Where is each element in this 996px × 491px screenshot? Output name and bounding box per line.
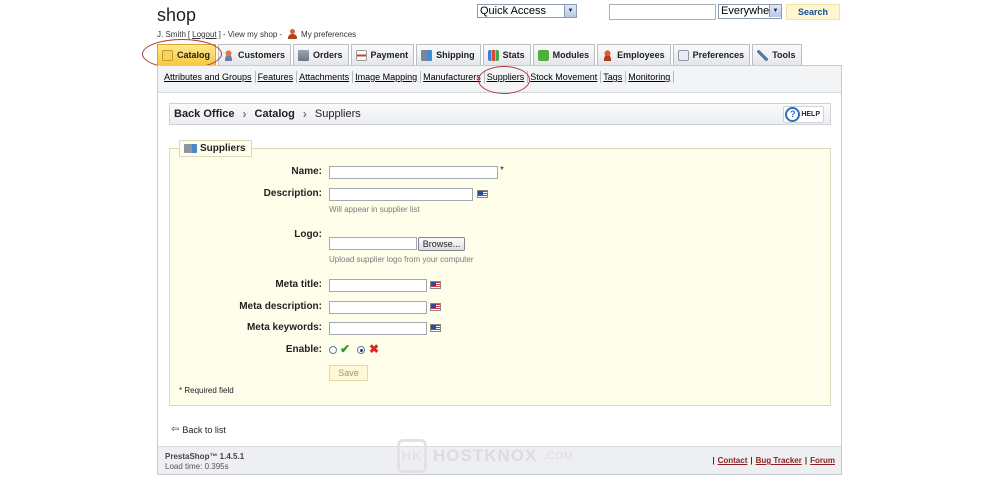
subnav: Attributes and Groups Features Attachmen… (158, 66, 841, 94)
tab-preferences[interactable]: Preferences (672, 44, 751, 65)
annotation-circle-suppliers (478, 66, 530, 94)
arrow-left-icon: ⇦ (171, 424, 180, 435)
enable-yes-radio[interactable] (329, 346, 337, 354)
description-label: Description: (263, 188, 322, 199)
tools-icon (757, 49, 769, 61)
search-button[interactable]: Search (786, 4, 840, 20)
breadcrumb: Back Office › Catalog › Suppliers ? HELP (169, 103, 831, 125)
breadcrumb-current: Suppliers (314, 108, 361, 120)
my-preferences-link[interactable]: My preferences (301, 30, 356, 39)
meta-description-input[interactable] (329, 301, 427, 314)
user-icon (287, 29, 298, 39)
logo-file-input[interactable] (329, 237, 417, 250)
meta-keywords-label: Meta keywords: (246, 322, 322, 333)
meta-title-input[interactable] (329, 279, 427, 292)
shipping-icon (421, 49, 433, 61)
subnav-stock-movement[interactable]: Stock Movement (528, 72, 600, 82)
us-flag-icon[interactable] (430, 303, 441, 311)
us-flag-icon[interactable] (430, 324, 441, 332)
meta-keywords-input[interactable] (329, 322, 427, 335)
stats-icon (487, 49, 499, 61)
meta-title-label: Meta title: (275, 279, 322, 290)
tab-stats[interactable]: Stats (482, 44, 531, 65)
browse-button[interactable]: Browse... (418, 237, 465, 251)
watermark: HK HOSTKNOX .COM (397, 439, 573, 473)
subnav-manufacturers[interactable]: Manufacturers (421, 72, 484, 82)
bug-tracker-link[interactable]: Bug Tracker (756, 456, 802, 465)
subnav-features[interactable]: Features (256, 72, 297, 82)
enable-label: Enable: (285, 344, 322, 355)
tab-orders[interactable]: Orders (293, 44, 349, 65)
chevron-down-icon: ▼ (769, 5, 781, 17)
chevron-right-icon: › (242, 107, 247, 121)
logo-hint: Upload supplier logo from your computer (329, 255, 474, 264)
save-button[interactable]: Save (329, 365, 368, 381)
help-icon: ? (785, 107, 801, 122)
user-line: J. Smith [Logout] - View my shop - My pr… (157, 29, 357, 39)
supplier-form: Suppliers Name: * Description: Will appe… (169, 140, 831, 406)
cross-icon: ✖ (369, 342, 380, 356)
tab-customers[interactable]: Customers (218, 44, 292, 65)
logout-link[interactable]: Logout (192, 30, 216, 39)
shop-title: shop (157, 5, 197, 25)
tab-shipping[interactable]: Shipping (416, 44, 481, 65)
description-input[interactable] (329, 188, 473, 201)
view-shop-link[interactable]: View my shop (228, 30, 278, 39)
name-label: Name: (291, 166, 322, 177)
required-field-note: * Required field (179, 386, 234, 395)
check-icon: ✔ (340, 342, 351, 356)
customers-icon (223, 49, 235, 61)
search-scope-select[interactable]: Everywhere ▼ (718, 4, 782, 19)
footer-links: | Contact | Bug Tracker | Forum (712, 456, 835, 465)
help-button[interactable]: ? HELP (783, 106, 824, 123)
us-flag-icon[interactable] (430, 281, 441, 289)
employees-icon (602, 49, 614, 61)
back-to-list-link[interactable]: ⇦ Back to list (171, 424, 226, 435)
version-text: PrestaShop™ 1.4.5.1 (165, 452, 245, 461)
subnav-tags[interactable]: Tags (601, 72, 625, 82)
contact-link[interactable]: Contact (718, 456, 748, 465)
preferences-icon (677, 49, 689, 61)
breadcrumb-back-office[interactable]: Back Office (174, 108, 235, 120)
quick-access-select[interactable]: Quick Access ▼ (477, 4, 577, 18)
subnav-image-mapping[interactable]: Image Mapping (353, 72, 420, 82)
logo-label: Logo: (294, 229, 322, 240)
subnav-attributes-groups[interactable]: Attributes and Groups (162, 72, 255, 82)
tab-tools[interactable]: Tools (752, 44, 802, 65)
load-time: Load time: 0.395s (165, 462, 229, 471)
modules-icon (537, 49, 549, 61)
name-input[interactable] (329, 166, 498, 179)
enable-no-radio[interactable] (357, 346, 365, 354)
subnav-monitoring[interactable]: Monitoring (626, 72, 673, 82)
hostknox-logo-icon: HK (397, 439, 427, 473)
tab-payment[interactable]: Payment (350, 44, 415, 65)
form-legend: Suppliers (179, 140, 252, 157)
forum-link[interactable]: Forum (810, 456, 835, 465)
orders-icon (298, 49, 310, 61)
tab-employees[interactable]: Employees (597, 44, 671, 65)
main-panel: Attributes and Groups Features Attachmen… (157, 65, 842, 475)
search-input[interactable] (609, 4, 716, 20)
truck-icon (184, 144, 197, 153)
main-tabs: Catalog Customers Orders Payment Shippin… (157, 44, 802, 65)
meta-description-label: Meta description: (239, 301, 322, 312)
required-star: * (500, 165, 504, 176)
us-flag-icon[interactable] (477, 190, 488, 198)
chevron-right-icon: › (302, 107, 307, 121)
tab-modules[interactable]: Modules (532, 44, 596, 65)
breadcrumb-catalog[interactable]: Catalog (255, 108, 295, 120)
description-hint: Will appear in supplier list (329, 205, 420, 214)
user-name: J. Smith (157, 29, 186, 39)
payment-icon (355, 49, 367, 61)
subnav-attachments[interactable]: Attachments (297, 72, 352, 82)
chevron-down-icon: ▼ (564, 5, 576, 17)
